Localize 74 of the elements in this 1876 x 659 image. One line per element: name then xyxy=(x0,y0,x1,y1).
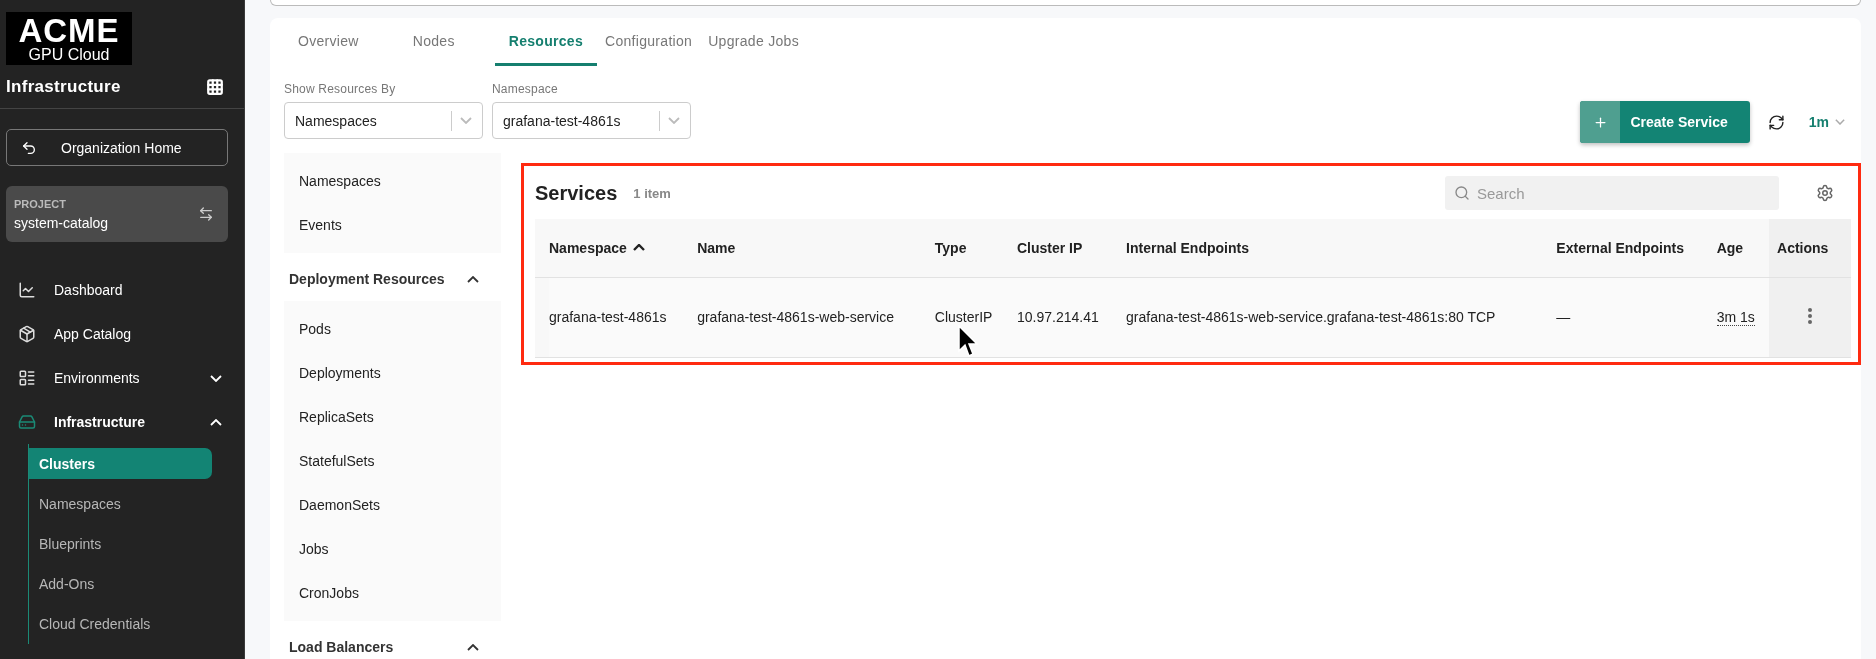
switch-icon[interactable] xyxy=(198,206,214,222)
nav-subitem[interactable]: Namespaces xyxy=(29,488,212,519)
resource-item[interactable]: Events xyxy=(284,203,501,247)
item-count: 1 item xyxy=(633,185,672,201)
resource-item[interactable]: StatefulSets xyxy=(284,439,501,483)
field-label: Show Resources By xyxy=(284,82,397,96)
column-header: Namespace xyxy=(549,219,690,277)
section-title: Infrastructure xyxy=(6,76,121,97)
select-field[interactable]: grafana-test-4861s xyxy=(492,102,691,139)
resource-item[interactable]: Namespaces xyxy=(284,159,501,203)
resource-item[interactable]: Deployments xyxy=(284,351,501,395)
resource-item[interactable]: DaemonSets xyxy=(284,483,501,527)
tab[interactable]: Configuration xyxy=(597,18,701,66)
resource-group-header[interactable]: Deployment Resources xyxy=(284,257,501,301)
chevron-down-icon xyxy=(668,117,680,124)
search-field[interactable]: Search xyxy=(1445,176,1779,210)
vertical-dots-icon xyxy=(1808,307,1813,324)
plus-icon xyxy=(1592,114,1608,130)
tab[interactable]: Upgrade Jobs xyxy=(700,18,807,66)
column-header: Age xyxy=(1708,219,1770,277)
resource-item[interactable]: Pods xyxy=(284,307,501,351)
tab[interactable]: Overview xyxy=(284,18,373,66)
more-menu-button[interactable] xyxy=(1808,307,1813,324)
organization-home-button[interactable]: Organization Home xyxy=(6,129,228,166)
project-name: system-catalog xyxy=(14,214,109,231)
create-service-button[interactable]: Create Service xyxy=(1580,101,1750,143)
nav-subitem[interactable]: Blueprints xyxy=(29,528,212,559)
column-header: Internal Endpoints xyxy=(1118,219,1549,277)
chevron-down-icon xyxy=(460,117,472,124)
resource-item[interactable]: Jobs xyxy=(284,527,501,571)
line-chart-icon xyxy=(18,281,36,299)
resource-group-header[interactable]: Load Balancers xyxy=(284,625,501,659)
project-card[interactable]: PROJECT system-catalog xyxy=(6,186,228,242)
field-label: Namespace xyxy=(492,82,559,96)
chevron-down-icon xyxy=(1835,119,1845,125)
table-cell: — xyxy=(1548,277,1709,357)
column-header: Type xyxy=(926,219,1009,277)
tab[interactable]: Nodes xyxy=(372,18,495,66)
panel-title: Services xyxy=(535,181,618,205)
tab[interactable]: Resources xyxy=(494,18,597,66)
undo-arrow-icon xyxy=(21,139,37,156)
nav-subitem[interactable]: Cloud Credentials xyxy=(29,608,212,639)
nav-item[interactable]: App Catalog xyxy=(0,312,244,356)
search-icon xyxy=(1454,185,1470,201)
list-icon xyxy=(18,369,36,387)
resource-item[interactable]: CronJobs xyxy=(284,571,501,615)
project-label: PROJECT xyxy=(14,197,67,210)
column-header: Actions xyxy=(1769,219,1851,277)
nav-item[interactable]: Infrastructure xyxy=(0,400,244,444)
logo-title: ACME xyxy=(18,14,120,47)
table-cell: ClusterIP xyxy=(926,277,1009,357)
nav-item[interactable]: Dashboard xyxy=(0,268,244,312)
refresh-icon[interactable] xyxy=(1767,113,1785,131)
table-cell: grafana-test-4861s xyxy=(549,277,690,357)
table-cell: grafana-test-4861s-web-service.grafana-test-4861s:80 TCP xyxy=(1118,277,1549,357)
select-field[interactable]: Namespaces xyxy=(284,102,483,139)
nav-subitem[interactable]: Clusters xyxy=(29,448,212,479)
table-cell: grafana-test-4861s-web-service xyxy=(689,277,927,357)
nav-item[interactable]: Environments xyxy=(0,356,244,400)
refresh-interval-dropdown[interactable]: 1m xyxy=(1802,113,1851,131)
column-header: Cluster IP xyxy=(1008,219,1119,277)
column-header: Name xyxy=(689,219,927,277)
package-icon xyxy=(18,325,36,343)
nav-subitem[interactable]: Add-Ons xyxy=(29,568,212,599)
chevron-up-icon[interactable] xyxy=(210,418,222,426)
resource-item[interactable]: ReplicaSets xyxy=(284,395,501,439)
drive-icon xyxy=(18,413,36,431)
table-cell: 10.97.214.41 xyxy=(1008,277,1119,357)
table-cell: 3m 1s xyxy=(1708,277,1770,357)
logo-subtitle: GPU Cloud xyxy=(28,47,110,63)
settings-icon[interactable] xyxy=(1816,184,1834,202)
column-header: External Endpoints xyxy=(1548,219,1709,277)
chevron-down-icon[interactable] xyxy=(210,374,222,382)
app-grid-icon[interactable] xyxy=(206,77,224,96)
